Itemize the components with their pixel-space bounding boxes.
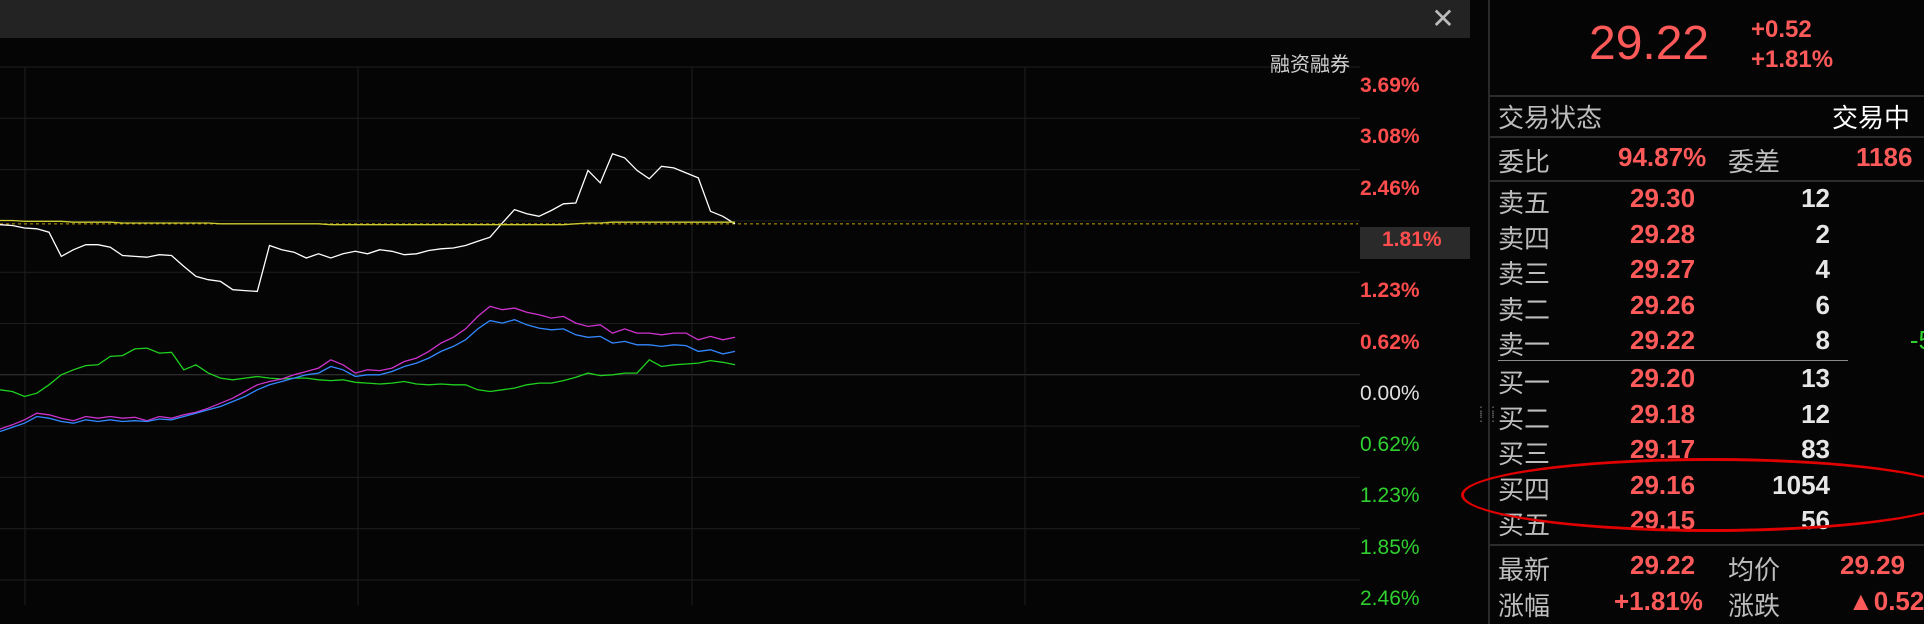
bid-row[interactable]: 买二 29.18 12 [1498, 398, 1924, 434]
level-label: 卖二 [1498, 294, 1551, 325]
latest-label: 最新 [1498, 555, 1551, 585]
y-axis-label: 1.81% [1382, 227, 1442, 251]
status-value: 交易中 [1832, 103, 1911, 133]
change-percent: +1.81% [1751, 46, 1834, 73]
ask-row[interactable]: 卖一 29.22 8 -5 [1498, 325, 1924, 360]
separator [1490, 136, 1924, 138]
level-label: 卖五 [1498, 188, 1551, 218]
level-price: 29.26 [1630, 289, 1696, 320]
level-label: 卖三 [1498, 259, 1551, 289]
level-volume: 13 [1801, 363, 1830, 393]
level-label: 卖一 [1498, 330, 1551, 360]
y-axis-label: 1.23% [1360, 279, 1420, 303]
ask-row[interactable]: 卖二 29.26 6 [1498, 289, 1924, 325]
y-axis-label: 3.08% [1360, 125, 1420, 149]
status-row: 交易状态 交易中 [1498, 98, 1924, 133]
latest-value: 29.22 [1630, 550, 1696, 580]
avg-value: 29.29 [1840, 550, 1906, 580]
chg-value: ▲0.52 [1848, 586, 1924, 616]
level-label: 买三 [1498, 439, 1551, 469]
ratio-value: 94.87% [1618, 142, 1707, 172]
chart-title: 融资融券 [1270, 54, 1350, 76]
y-axis-label: 0.62% [1360, 330, 1420, 354]
level-label: 买二 [1498, 403, 1551, 434]
series-line-2 [0, 347, 736, 398]
level-delta: -5 [1909, 325, 1924, 355]
level-volume: 6 [1815, 289, 1830, 320]
level-price: 29.27 [1630, 254, 1696, 284]
level-price: 29.20 [1630, 363, 1696, 393]
avg-label: 均价 [1728, 555, 1781, 585]
level-volume: 12 [1801, 183, 1830, 213]
series-line-4 [0, 319, 736, 433]
level-volume: 4 [1815, 254, 1830, 284]
level-volume: 12 [1801, 398, 1830, 429]
intraday-chart [0, 66, 1360, 605]
resize-grip-icon[interactable]: ⋮⋮ ⋮⋮ [1475, 405, 1499, 426]
series-line-3 [0, 305, 736, 430]
level-price: 29.18 [1630, 398, 1696, 429]
separator [1490, 544, 1924, 546]
pct-value: +1.81% [1614, 586, 1703, 616]
ask-bid-separator [1498, 360, 1848, 361]
separator [1490, 95, 1924, 97]
y-axis-label: 0.00% [1360, 381, 1420, 405]
ask-row[interactable]: 卖四 29.28 2 [1498, 218, 1924, 254]
y-axis-label: 1.85% [1360, 535, 1420, 559]
level-price: 29.22 [1630, 325, 1696, 355]
ask-row[interactable]: 卖五 29.30 12 [1498, 183, 1924, 218]
y-axis-label: 3.69% [1360, 74, 1420, 97]
diff-label: 委差 [1728, 147, 1781, 177]
y-axis-label: 2.46% [1360, 176, 1420, 200]
y-axis-label: 2.46% [1360, 587, 1420, 610]
latest-row: 最新 29.22 均价 29.29 [1498, 550, 1924, 585]
change-amount: +0.52 [1751, 16, 1812, 43]
level-label: 买一 [1498, 368, 1551, 398]
diff-value: 1186 [1856, 142, 1913, 172]
quote-panel: 29.22 +0.52 +1.81% 交易状态 交易中 委比 94.87% 委差… [1461, 0, 1924, 624]
level-label: 卖四 [1498, 223, 1551, 254]
ratio-row: 委比 94.87% 委差 1186 [1498, 142, 1924, 177]
level-volume: 8 [1815, 325, 1830, 355]
last-price: 29.22 [1589, 17, 1710, 70]
ask-row[interactable]: 卖三 29.27 4 [1498, 254, 1924, 289]
pct-row: 涨幅 +1.81% 涨跌 ▲0.52 [1498, 586, 1924, 621]
ratio-label: 委比 [1498, 147, 1551, 177]
level-price: 29.30 [1630, 183, 1696, 213]
pct-label: 涨幅 [1498, 591, 1551, 621]
bid-row[interactable]: 买一 29.20 13 [1498, 363, 1924, 398]
level-price: 29.28 [1630, 218, 1696, 249]
chg-label: 涨跌 [1728, 591, 1781, 621]
separator [1490, 180, 1924, 182]
status-label: 交易状态 [1498, 103, 1603, 133]
y-axis-label: 1.23% [1360, 484, 1420, 508]
y-axis-label: 0.62% [1360, 433, 1420, 457]
level-volume: 2 [1815, 218, 1830, 249]
